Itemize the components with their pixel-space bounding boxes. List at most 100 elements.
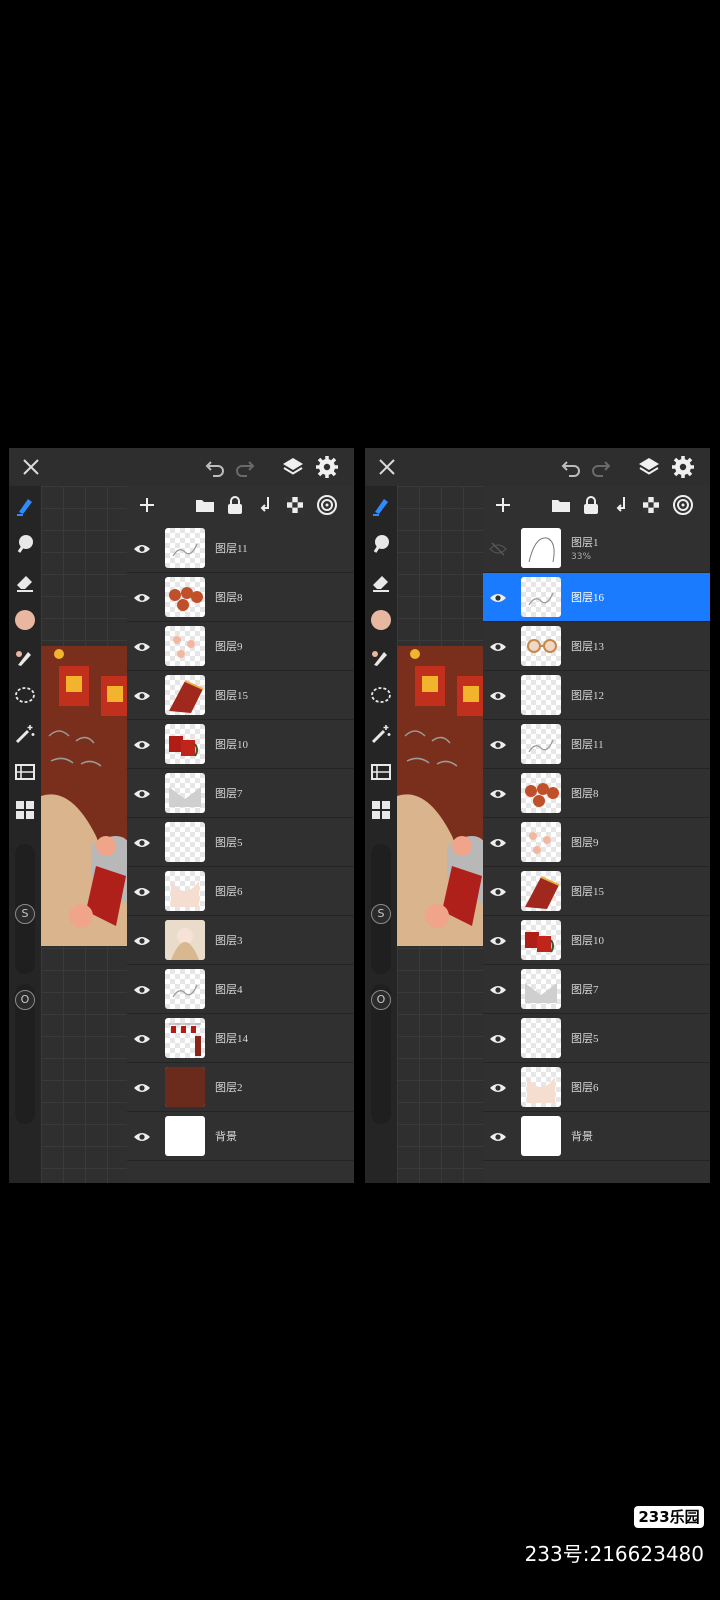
- adjust-icon[interactable]: [369, 760, 393, 784]
- eye-icon[interactable]: [133, 883, 151, 901]
- color-icon[interactable]: [369, 608, 393, 632]
- lasso-icon[interactable]: [13, 684, 37, 708]
- gallery-icon[interactable]: [369, 798, 393, 822]
- merge-down-icon[interactable]: [609, 493, 633, 517]
- redo-icon[interactable]: [231, 453, 259, 481]
- layer-row[interactable]: 图层9: [127, 622, 354, 671]
- eye-icon[interactable]: [489, 1079, 507, 1097]
- adjust-icon[interactable]: [13, 760, 37, 784]
- transparency-icon[interactable]: [639, 493, 663, 517]
- close-icon[interactable]: [373, 453, 401, 481]
- eye-hidden-icon[interactable]: [489, 540, 507, 558]
- layer-row[interactable]: 图层12: [483, 671, 710, 720]
- eye-icon[interactable]: [489, 932, 507, 950]
- settings-icon[interactable]: [669, 453, 697, 481]
- eraser-icon[interactable]: [13, 570, 37, 594]
- opacity-slider-knob[interactable]: O: [371, 990, 391, 1010]
- layer-row[interactable]: 图层2: [127, 1063, 354, 1112]
- eye-icon[interactable]: [133, 687, 151, 705]
- eye-icon[interactable]: [133, 1030, 151, 1048]
- layer-row[interactable]: 图层10: [127, 720, 354, 769]
- layer-row[interactable]: 图层11: [127, 524, 354, 573]
- eye-icon[interactable]: [133, 834, 151, 852]
- fill-icon[interactable]: [13, 646, 37, 670]
- layer-row[interactable]: 图层5: [127, 818, 354, 867]
- color-icon[interactable]: [13, 608, 37, 632]
- opacity-slider-knob[interactable]: O: [15, 990, 35, 1010]
- add-layer-icon[interactable]: [491, 493, 515, 517]
- eye-icon[interactable]: [133, 1079, 151, 1097]
- lock-icon[interactable]: [223, 493, 247, 517]
- layer-mode-icon[interactable]: [671, 493, 695, 517]
- lasso-icon[interactable]: [369, 684, 393, 708]
- eye-icon[interactable]: [489, 1030, 507, 1048]
- layer-thumbnail: [165, 577, 205, 617]
- eye-icon[interactable]: [489, 834, 507, 852]
- folder-icon[interactable]: [193, 493, 217, 517]
- fill-icon[interactable]: [369, 646, 393, 670]
- layer-row[interactable]: 背景: [127, 1112, 354, 1161]
- magic-wand-icon[interactable]: [369, 722, 393, 746]
- layer-mode-icon[interactable]: [315, 493, 339, 517]
- eye-icon[interactable]: [133, 981, 151, 999]
- layer-row[interactable]: 图层6: [483, 1063, 710, 1112]
- gallery-icon[interactable]: [13, 798, 37, 822]
- layer-row[interactable]: 图层6: [127, 867, 354, 916]
- eye-icon[interactable]: [489, 883, 507, 901]
- layers-icon[interactable]: [635, 453, 663, 481]
- layer-row[interactable]: 图层7: [127, 769, 354, 818]
- brush-icon[interactable]: [369, 494, 393, 518]
- transparency-icon[interactable]: [283, 493, 307, 517]
- eye-icon[interactable]: [133, 736, 151, 754]
- layer-row[interactable]: 图层4: [127, 965, 354, 1014]
- smudge-icon[interactable]: [13, 532, 37, 556]
- eye-icon[interactable]: [133, 1128, 151, 1146]
- eye-icon[interactable]: [133, 638, 151, 656]
- layer-row[interactable]: 图层14: [127, 1014, 354, 1063]
- layer-row[interactable]: 图层9: [483, 818, 710, 867]
- folder-icon[interactable]: [549, 493, 573, 517]
- layer-row[interactable]: 图层8: [483, 769, 710, 818]
- layer-row[interactable]: 图层5: [483, 1014, 710, 1063]
- brush-icon[interactable]: [13, 494, 37, 518]
- layer-row[interactable]: 图层15: [127, 671, 354, 720]
- redo-icon[interactable]: [587, 453, 615, 481]
- merge-down-icon[interactable]: [253, 493, 277, 517]
- layer-row[interactable]: 图层10: [483, 916, 710, 965]
- magic-wand-icon[interactable]: [13, 722, 37, 746]
- layers-panel: 图层1 33% 图层16 图层13 图层12 图层11 图层8 图层9 图层15 图层10 图层7 图…: [483, 486, 710, 1183]
- close-icon[interactable]: [17, 453, 45, 481]
- app-window-right: S O 图层1 33% 图层16 图层13 图层12 图层11 图层8 图层9 …: [365, 448, 710, 1183]
- eye-icon[interactable]: [489, 1128, 507, 1146]
- eye-icon[interactable]: [489, 687, 507, 705]
- eye-icon[interactable]: [133, 540, 151, 558]
- eye-icon[interactable]: [489, 981, 507, 999]
- eye-icon[interactable]: [489, 785, 507, 803]
- add-layer-icon[interactable]: [135, 493, 159, 517]
- layer-row[interactable]: 图层15: [483, 867, 710, 916]
- eye-icon[interactable]: [133, 932, 151, 950]
- lock-icon[interactable]: [579, 493, 603, 517]
- layer-row[interactable]: 图层11: [483, 720, 710, 769]
- layer-row[interactable]: 图层16: [483, 573, 710, 622]
- eye-icon[interactable]: [133, 785, 151, 803]
- layer-row[interactable]: 图层7: [483, 965, 710, 1014]
- layer-row[interactable]: 图层13: [483, 622, 710, 671]
- layers-header: [483, 486, 710, 524]
- layer-row[interactable]: 图层1 33%: [483, 524, 710, 573]
- layer-row[interactable]: 图层8: [127, 573, 354, 622]
- undo-icon[interactable]: [557, 453, 585, 481]
- eye-icon[interactable]: [489, 638, 507, 656]
- size-slider-knob[interactable]: S: [15, 904, 35, 924]
- layers-icon[interactable]: [279, 453, 307, 481]
- eye-icon[interactable]: [489, 589, 507, 607]
- size-slider-knob[interactable]: S: [371, 904, 391, 924]
- settings-icon[interactable]: [313, 453, 341, 481]
- eraser-icon[interactable]: [369, 570, 393, 594]
- smudge-icon[interactable]: [369, 532, 393, 556]
- eye-icon[interactable]: [489, 736, 507, 754]
- eye-icon[interactable]: [133, 589, 151, 607]
- undo-icon[interactable]: [201, 453, 229, 481]
- layer-row[interactable]: 图层3: [127, 916, 354, 965]
- layer-row[interactable]: 背景: [483, 1112, 710, 1161]
